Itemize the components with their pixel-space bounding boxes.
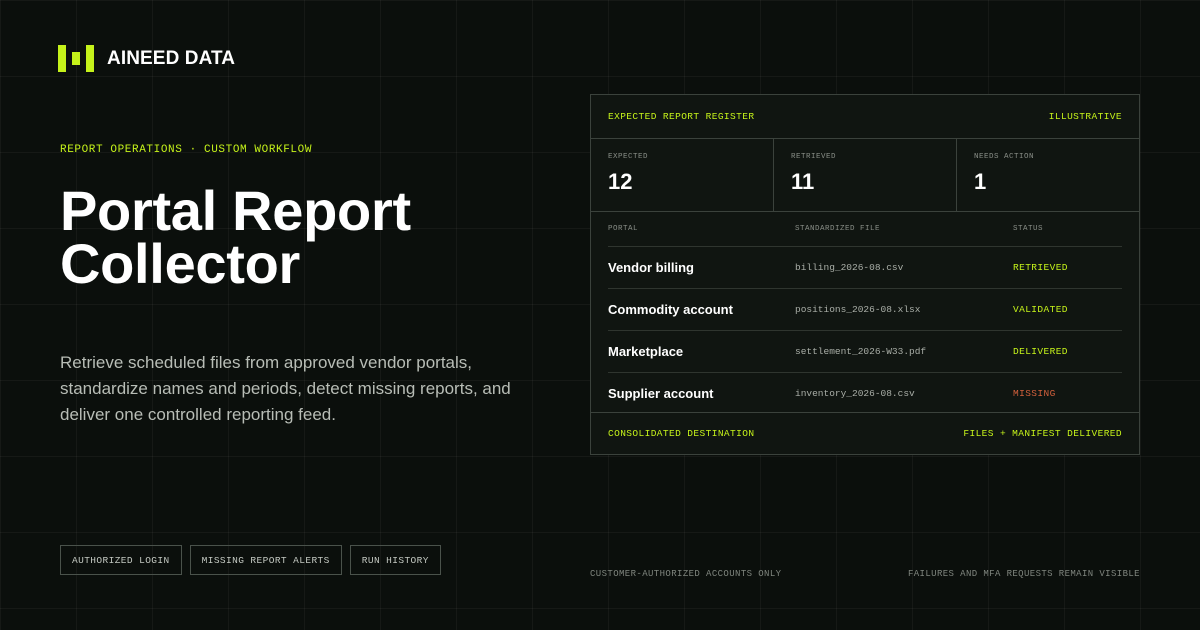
three-bar-logo-icon	[58, 45, 94, 72]
delivery-status: FILES + MANIFEST DELIVERED	[963, 428, 1122, 439]
column-header-status: STATUS	[1013, 225, 1044, 233]
status-badge: RETRIEVED	[1013, 262, 1068, 273]
tag-missing-report-alerts: MISSING REPORT ALERTS	[189, 545, 342, 575]
portal-name: Supplier account	[608, 386, 714, 401]
stat-value: 11	[791, 169, 815, 194]
table-row: Supplier account inventory_2026-08.csv M…	[608, 373, 1122, 414]
file-name: positions_2026-08.xlsx	[795, 304, 921, 315]
table-row: Marketplace settlement_2026-W33.pdf DELI…	[608, 331, 1122, 373]
status-badge: VALIDATED	[1013, 304, 1068, 315]
stat-label: NEEDS ACTION	[974, 153, 1035, 161]
status-badge: DELIVERED	[1013, 346, 1068, 357]
column-header-portal: PORTAL	[608, 225, 639, 233]
portal-name: Marketplace	[608, 344, 684, 359]
table-header: PORTAL STANDARDIZED FILE STATUS	[608, 212, 1122, 247]
portal-name: Commodity account	[608, 302, 733, 317]
file-name: inventory_2026-08.csv	[795, 388, 915, 399]
panel-header: EXPECTED REPORT REGISTER ILLUSTRATIVE	[591, 95, 1139, 139]
stat-value: 12	[608, 169, 633, 194]
panel-title: EXPECTED REPORT REGISTER	[608, 111, 755, 122]
column-header-file: STANDARDIZED FILE	[795, 225, 881, 233]
file-name: billing_2026-08.csv	[795, 262, 904, 273]
brand-name: AINEED DATA	[107, 47, 236, 69]
destination-label: CONSOLIDATED DESTINATION	[608, 428, 755, 439]
stat-label: RETRIEVED	[791, 153, 837, 161]
report-register-panel: EXPECTED REPORT REGISTER ILLUSTRATIVE EX…	[590, 94, 1140, 455]
note-failures-visible: FAILURES AND MFA REQUESTS REMAIN VISIBLE	[907, 569, 1140, 579]
feature-tags: AUTHORIZED LOGIN MISSING REPORT ALERTS R…	[60, 545, 441, 575]
stat-needs-action: NEEDS ACTION 1	[957, 139, 1139, 211]
table-row: Vendor billing billing_2026-08.csv RETRI…	[608, 247, 1122, 289]
page-title-line-1: Portal Report	[60, 179, 411, 242]
stats-row: EXPECTED 12 RETRIEVED 11 NEEDS ACTION 1	[591, 139, 1139, 212]
file-name: settlement_2026-W33.pdf	[795, 346, 927, 357]
stat-retrieved: RETRIEVED 11	[774, 139, 957, 211]
hero-eyebrow: REPORT OPERATIONS · CUSTOM WORKFLOW	[60, 144, 313, 156]
page-title: Portal Report Collector	[60, 179, 411, 295]
panel-footer: CONSOLIDATED DESTINATION FILES + MANIFES…	[591, 412, 1139, 454]
illustrative-badge: ILLUSTRATIVE	[1048, 111, 1122, 122]
stat-value: 1	[974, 169, 987, 194]
stat-label: EXPECTED	[608, 153, 649, 161]
table-row: Commodity account positions_2026-08.xlsx…	[608, 289, 1122, 331]
brand-logo: AINEED DATA	[58, 45, 235, 72]
status-badge-missing: MISSING	[1013, 388, 1056, 399]
tag-run-history: RUN HISTORY	[349, 545, 441, 575]
hero-description: Retrieve scheduled files from approved v…	[60, 353, 511, 424]
tag-authorized-login: AUTHORIZED LOGIN	[60, 545, 182, 575]
note-authorized-accounts: CUSTOMER-AUTHORIZED ACCOUNTS ONLY	[590, 569, 782, 579]
portal-name: Vendor billing	[608, 260, 694, 275]
report-table: PORTAL STANDARDIZED FILE STATUS Vendor b…	[591, 212, 1139, 414]
page-title-line-2: Collector	[60, 232, 301, 295]
stat-expected: EXPECTED 12	[591, 139, 774, 211]
